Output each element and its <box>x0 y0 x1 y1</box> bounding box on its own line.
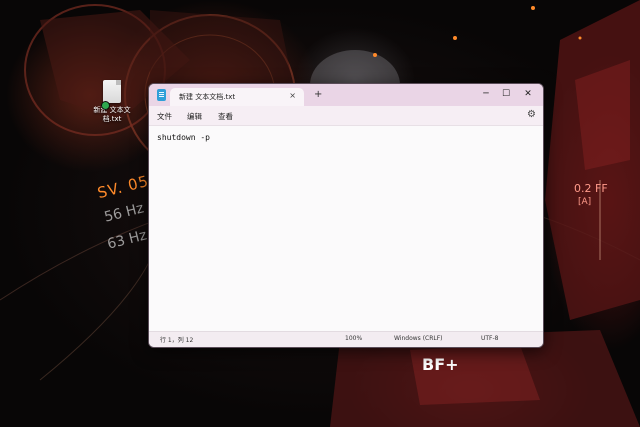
desktop-file-icon[interactable]: 新建 文本文档.txt <box>92 80 132 124</box>
menu-file[interactable]: 文件 <box>157 111 172 122</box>
wallpaper-text-ff: 0.2 FF <box>574 182 608 195</box>
settings-gear-icon[interactable]: ⚙ <box>527 109 536 120</box>
zoom-level[interactable]: 100% <box>345 335 362 342</box>
wallpaper-text-a: [A] <box>578 197 592 207</box>
tab-title: 新建 文本文档.txt <box>179 93 236 101</box>
maximize-button[interactable]: ☐ <box>499 87 513 101</box>
notepad-app-icon <box>157 89 166 101</box>
text-editor-area[interactable]: shutdown -p <box>149 126 543 332</box>
encoding[interactable]: UTF-8 <box>481 335 499 342</box>
close-button[interactable]: ✕ <box>521 87 535 101</box>
minimize-button[interactable]: ─ <box>479 87 493 101</box>
editor-content[interactable]: shutdown -p <box>157 133 210 142</box>
tab-close-icon[interactable]: × <box>289 91 296 100</box>
wallpaper-text-bf: BF+ <box>422 355 459 374</box>
new-tab-button[interactable]: + <box>314 89 322 100</box>
menu-view[interactable]: 查看 <box>218 111 233 122</box>
menu-edit[interactable]: 编辑 <box>187 111 202 122</box>
text-file-icon <box>103 80 121 103</box>
menu-bar: 文件 编辑 查看 ⚙ <box>149 106 543 126</box>
document-tab[interactable]: 新建 文本文档.txt × <box>170 88 304 106</box>
status-bar: 行 1，列 12 100% Windows (CRLF) UTF-8 <box>149 331 543 347</box>
cursor-position[interactable]: 行 1，列 12 <box>160 335 193 344</box>
desktop-file-label: 新建 文本文档.txt <box>93 106 131 123</box>
sync-status-icon <box>101 101 110 110</box>
line-ending[interactable]: Windows (CRLF) <box>394 335 443 342</box>
title-bar[interactable]: 新建 文本文档.txt × + ─ ☐ ✕ <box>149 84 543 106</box>
notepad-window: 新建 文本文档.txt × + ─ ☐ ✕ 文件 编辑 查看 ⚙ shutdow… <box>148 83 544 348</box>
